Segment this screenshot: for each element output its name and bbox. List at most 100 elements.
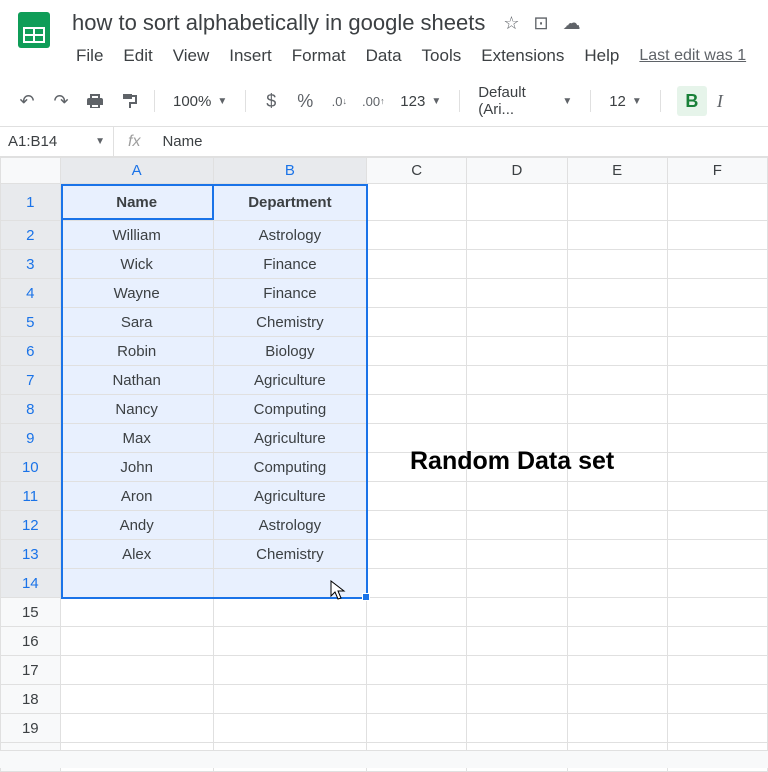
row-header-4[interactable]: 4 [1,279,61,308]
cell-F13[interactable] [667,540,767,569]
cell-E7[interactable] [567,366,667,395]
move-icon[interactable]: ⊡ [534,13,549,34]
row-header-9[interactable]: 9 [1,424,61,453]
cell-B18[interactable] [213,685,366,714]
cell-C12[interactable] [367,511,467,540]
cell-F16[interactable] [667,627,767,656]
cell-B4[interactable]: Finance [213,279,366,308]
row-header-11[interactable]: 11 [1,482,61,511]
cell-A18[interactable] [60,685,213,714]
increase-decimal-button[interactable]: .00↑ [358,86,388,116]
row-header-19[interactable]: 19 [1,714,61,743]
cloud-icon[interactable]: ☁ [563,13,581,34]
cell-E19[interactable] [567,714,667,743]
cell-C7[interactable] [367,366,467,395]
cell-C1[interactable] [367,184,467,221]
cell-A12[interactable]: Andy [60,511,213,540]
cell-A8[interactable]: Nancy [60,395,213,424]
cell-F4[interactable] [667,279,767,308]
cell-E12[interactable] [567,511,667,540]
cell-A11[interactable]: Aron [60,482,213,511]
cell-E8[interactable] [567,395,667,424]
cell-D16[interactable] [467,627,567,656]
cell-F18[interactable] [667,685,767,714]
print-icon[interactable] [80,86,110,116]
row-header-15[interactable]: 15 [1,598,61,627]
cell-F12[interactable] [667,511,767,540]
select-all-corner[interactable] [1,158,61,184]
cell-C2[interactable] [367,221,467,250]
cell-A3[interactable]: Wick [60,250,213,279]
cell-B6[interactable]: Biology [213,337,366,366]
cell-C3[interactable] [367,250,467,279]
cell-E14[interactable] [567,569,667,598]
cell-A14[interactable] [60,569,213,598]
sheet-tabs-bar[interactable] [0,750,768,768]
row-header-5[interactable]: 5 [1,308,61,337]
name-box[interactable]: A1:B14▼ [0,127,114,156]
cell-B12[interactable]: Astrology [213,511,366,540]
document-title[interactable]: how to sort alphabetically in google she… [68,8,489,38]
row-header-1[interactable]: 1 [1,184,61,221]
column-header-C[interactable]: C [367,158,467,184]
cell-B15[interactable] [213,598,366,627]
cell-B10[interactable]: Computing [213,453,366,482]
cell-F15[interactable] [667,598,767,627]
cell-A1[interactable]: Name [60,184,213,221]
row-header-6[interactable]: 6 [1,337,61,366]
cell-E15[interactable] [567,598,667,627]
cell-A6[interactable]: Robin [60,337,213,366]
cell-D13[interactable] [467,540,567,569]
menu-help[interactable]: Help [576,42,627,70]
italic-button[interactable]: I [711,91,729,112]
cell-A4[interactable]: Wayne [60,279,213,308]
font-dropdown[interactable]: Default (Ari...▼ [470,84,580,118]
cell-E13[interactable] [567,540,667,569]
cell-D2[interactable] [467,221,567,250]
cell-D14[interactable] [467,569,567,598]
cell-E6[interactable] [567,337,667,366]
menu-edit[interactable]: Edit [115,42,160,70]
cell-A5[interactable]: Sara [60,308,213,337]
row-header-8[interactable]: 8 [1,395,61,424]
cell-B16[interactable] [213,627,366,656]
cell-F1[interactable] [667,184,767,221]
menu-extensions[interactable]: Extensions [473,42,572,70]
cell-D5[interactable] [467,308,567,337]
cell-D15[interactable] [467,598,567,627]
cell-F5[interactable] [667,308,767,337]
cell-E1[interactable] [567,184,667,221]
cell-D8[interactable] [467,395,567,424]
cell-D11[interactable] [467,482,567,511]
cell-A19[interactable] [60,714,213,743]
cell-B7[interactable]: Agriculture [213,366,366,395]
cell-A9[interactable]: Max [60,424,213,453]
cell-F7[interactable] [667,366,767,395]
cell-D4[interactable] [467,279,567,308]
cell-C13[interactable] [367,540,467,569]
paint-format-icon[interactable] [114,86,144,116]
row-header-10[interactable]: 10 [1,453,61,482]
cell-B17[interactable] [213,656,366,685]
cell-D6[interactable] [467,337,567,366]
cell-C19[interactable] [367,714,467,743]
undo-icon[interactable]: ↶ [12,86,42,116]
menu-format[interactable]: Format [284,42,354,70]
cell-A10[interactable]: John [60,453,213,482]
cell-F2[interactable] [667,221,767,250]
sheets-logo-icon[interactable] [12,8,56,52]
decrease-decimal-button[interactable]: .0↓ [324,86,354,116]
column-header-A[interactable]: A [60,158,213,184]
cell-E11[interactable] [567,482,667,511]
cell-E18[interactable] [567,685,667,714]
cell-B2[interactable]: Astrology [213,221,366,250]
cell-B3[interactable]: Finance [213,250,366,279]
row-header-2[interactable]: 2 [1,221,61,250]
cell-F11[interactable] [667,482,767,511]
cell-D18[interactable] [467,685,567,714]
cell-C16[interactable] [367,627,467,656]
cell-E17[interactable] [567,656,667,685]
cell-D1[interactable] [467,184,567,221]
row-header-16[interactable]: 16 [1,627,61,656]
cell-C14[interactable] [367,569,467,598]
